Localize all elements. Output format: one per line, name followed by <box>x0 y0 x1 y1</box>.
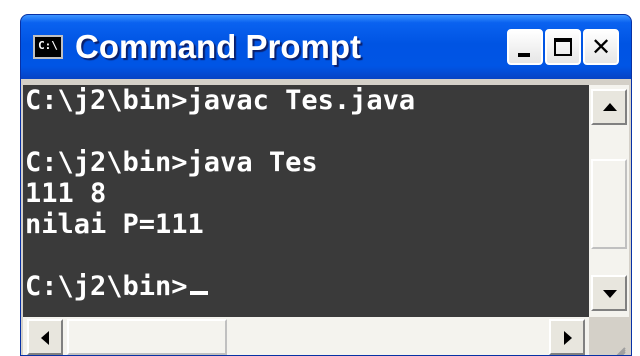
console-line: nilai P=111 <box>25 209 204 240</box>
window-title: Command Prompt <box>75 28 362 65</box>
console-line: C:\j2\bin>java Tes <box>25 147 318 178</box>
window-client-area: C:\j2\bin>javac Tes.java C:\j2\bin>java … <box>21 79 631 355</box>
title-bar[interactable]: C:\ Command Prompt ✕ <box>21 15 631 79</box>
console-prompt-line: C:\j2\bin> <box>23 271 589 302</box>
scroll-left-button[interactable] <box>27 319 63 355</box>
minimize-icon <box>518 53 530 57</box>
console-prompt: C:\j2\bin> <box>25 271 188 302</box>
vertical-scrollbar[interactable] <box>589 85 629 317</box>
horizontal-scrollbar[interactable] <box>23 317 589 355</box>
scroll-right-button[interactable] <box>549 319 585 355</box>
console-output[interactable]: C:\j2\bin>javac Tes.java C:\j2\bin>java … <box>23 85 589 317</box>
command-prompt-icon[interactable]: C:\ <box>33 35 63 59</box>
arrow-down-icon <box>603 290 617 298</box>
close-icon: ✕ <box>590 33 612 61</box>
arrow-up-icon <box>603 103 617 111</box>
console-line: C:\j2\bin>javac Tes.java <box>25 85 416 116</box>
maximize-button[interactable] <box>545 29 581 65</box>
maximize-icon <box>554 38 572 56</box>
vertical-scroll-thumb[interactable] <box>591 159 627 249</box>
minimize-button[interactable] <box>507 29 543 65</box>
arrow-right-icon <box>564 331 572 345</box>
horizontal-scroll-thumb[interactable] <box>67 319 227 355</box>
command-prompt-window[interactable]: C:\ Command Prompt ✕ C:\j2\bin>javac Tes… <box>20 14 632 356</box>
console-line: 111 8 <box>25 178 107 209</box>
scroll-down-button[interactable] <box>591 275 627 311</box>
resize-grip-icon[interactable] <box>589 317 629 355</box>
close-button[interactable]: ✕ <box>583 29 619 65</box>
text-cursor <box>189 291 208 295</box>
scroll-up-button[interactable] <box>591 89 627 125</box>
arrow-left-icon <box>41 331 49 345</box>
